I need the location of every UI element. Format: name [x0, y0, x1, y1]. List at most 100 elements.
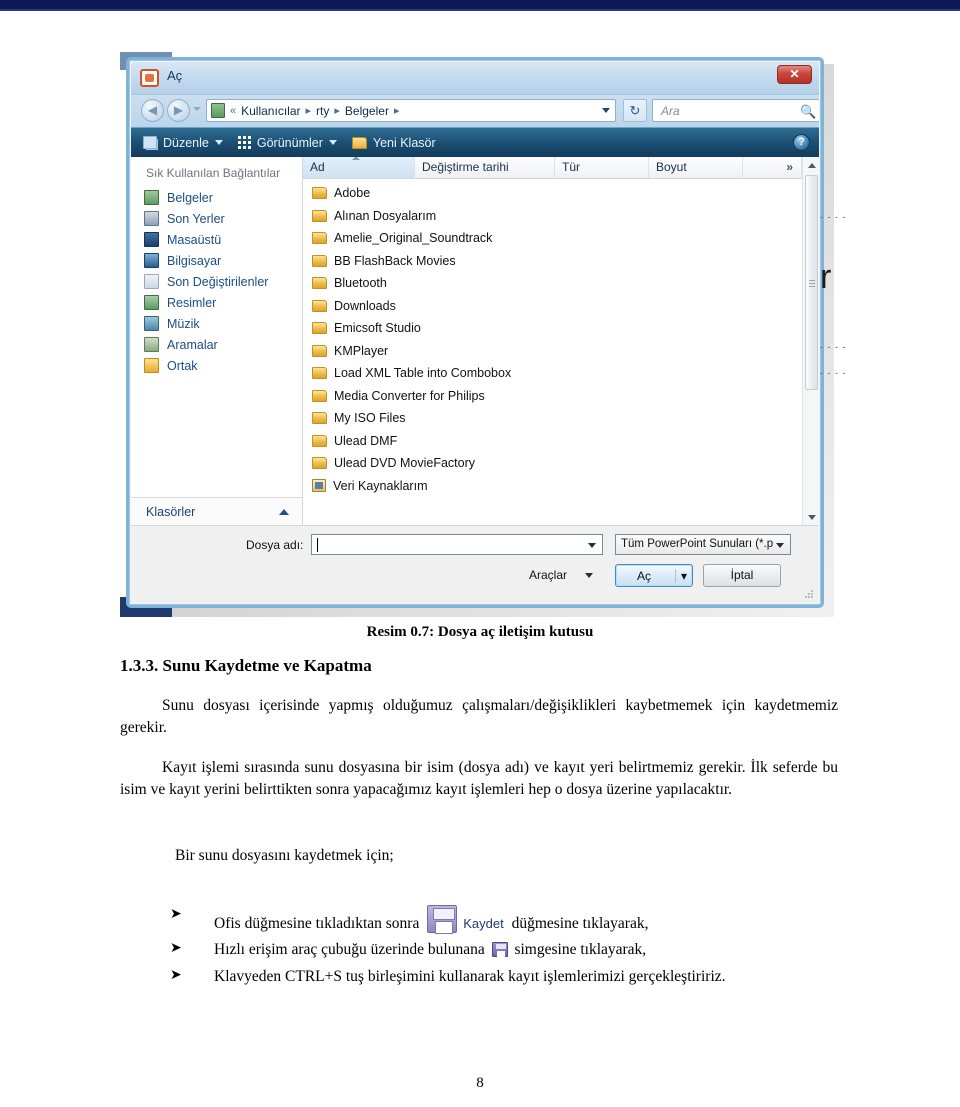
folder-icon: [312, 187, 327, 200]
file-name: Ulead DMF: [334, 433, 398, 448]
sidebar-item-4[interactable]: Son Değiştirilenler: [131, 271, 302, 292]
scrollbar-thumb[interactable]: [805, 175, 818, 390]
page-top-rule: [0, 0, 960, 9]
sidebar-item-6[interactable]: Müzik: [131, 313, 302, 334]
table-row[interactable]: Downloads: [303, 295, 802, 318]
folder-icon: [312, 299, 327, 312]
table-row[interactable]: Adobe: [303, 182, 802, 205]
table-row[interactable]: Veri Kaynaklarım: [303, 475, 802, 498]
address-breadcrumb-bar[interactable]: « Kullanıcılar ▸ rty ▸ Belgeler ▸: [206, 99, 616, 122]
sidebar-item-0[interactable]: Belgeler: [131, 187, 302, 208]
folder-icon: [312, 344, 327, 357]
chevron-down-icon: [585, 572, 594, 578]
file-list-column-headers: Ad Değiştirme tarihi Tür Boyut »: [303, 157, 802, 179]
desktop-icon: [144, 232, 159, 247]
column-header-size[interactable]: Boyut: [649, 157, 743, 178]
sidebar-item-label: Son Yerler: [167, 211, 225, 226]
sidebar-header: Sık Kullanılan Bağlantılar: [146, 166, 281, 180]
open-button[interactable]: Aç ▾: [615, 564, 693, 587]
close-icon[interactable]: ✕: [777, 65, 812, 84]
bullet-text-1: Ofis düğmesine tıkladıktan sonra Kaydet …: [214, 905, 850, 935]
margin-artifact-dots-2: - - - -: [820, 342, 847, 352]
sidebar-item-3[interactable]: Bilgisayar: [131, 250, 302, 271]
views-menu[interactable]: Görünümler: [234, 136, 341, 150]
breadcrumb-item-2[interactable]: Belgeler: [345, 104, 389, 118]
powerpoint-app-icon: [140, 69, 159, 87]
section-heading: 1.3.3. Sunu Kaydetme ve Kapatma: [120, 656, 372, 675]
organize-menu[interactable]: Düzenle: [139, 136, 227, 150]
forward-button[interactable]: ▶: [167, 99, 190, 122]
documents-icon: [144, 190, 159, 205]
recent-locations-chevron-icon[interactable]: [193, 107, 201, 111]
save-floppy-icon: [427, 905, 458, 934]
table-row[interactable]: Media Converter for Philips: [303, 385, 802, 408]
folders-label: Klasörler: [146, 504, 196, 519]
address-dropdown-chevron-icon[interactable]: [602, 108, 610, 113]
folder-icon: [312, 412, 327, 425]
sidebar-item-5[interactable]: Resimler: [131, 292, 302, 313]
paragraph-2: Kayıt işlemi sırasında sunu dosyasına bi…: [120, 759, 838, 799]
table-row[interactable]: BB FlashBack Movies: [303, 250, 802, 273]
filename-input[interactable]: [311, 534, 603, 555]
table-row[interactable]: Ulead DVD MovieFactory: [303, 452, 802, 475]
column-header-date[interactable]: Değiştirme tarihi: [415, 157, 555, 178]
sidebar-item-label: Bilgisayar: [167, 253, 222, 268]
file-name: My ISO Files: [334, 411, 406, 426]
sidebar-item-label: Masaüstü: [167, 232, 222, 247]
file-name: Bluetooth: [334, 276, 387, 291]
open-split-chevron-icon[interactable]: ▾: [675, 568, 692, 583]
file-name: Load XML Table into Combobox: [334, 366, 512, 381]
breadcrumb-item-0[interactable]: Kullanıcılar: [241, 104, 300, 118]
navigation-sidebar: Sık Kullanılan Bağlantılar Belgeler Son Y…: [131, 157, 303, 525]
file-name: Adobe: [334, 186, 371, 201]
column-header-type[interactable]: Tür: [555, 157, 649, 178]
filename-dropdown-chevron-icon[interactable]: [588, 543, 596, 548]
sidebar-item-label: Son Değiştirilenler: [167, 274, 269, 289]
help-icon[interactable]: ?: [793, 134, 810, 151]
sidebar-item-2[interactable]: Masaüstü: [131, 229, 302, 250]
folder-icon: [312, 457, 327, 470]
bullet-1-pre: Ofis düğmesine tıkladıktan sonra: [214, 915, 424, 932]
folder-icon: [312, 209, 327, 222]
tools-menu[interactable]: Araçlar: [529, 568, 594, 582]
scroll-down-button[interactable]: [803, 509, 819, 525]
refresh-button[interactable]: ↻: [623, 99, 647, 122]
tools-label: Araçlar: [529, 568, 568, 582]
chevron-down-icon: [328, 140, 337, 145]
resize-grip-icon[interactable]: [805, 590, 814, 599]
dialog-command-bar: Düzenle Görünümler Yeni Klasör ?: [131, 127, 819, 157]
recent-places-icon: [144, 211, 159, 226]
sidebar-item-1[interactable]: Son Yerler: [131, 208, 302, 229]
column-header-name[interactable]: Ad: [303, 157, 415, 178]
dialog-title: Aç: [167, 68, 183, 83]
sidebar-item-7[interactable]: Aramalar: [131, 334, 302, 355]
search-placeholder: Ara: [661, 104, 680, 118]
table-row[interactable]: Bluetooth: [303, 272, 802, 295]
file-type-filter-select[interactable]: Tüm PowerPoint Sunuları (*.p: [615, 534, 791, 555]
table-row[interactable]: KMPlayer: [303, 340, 802, 363]
file-list-scrollbar[interactable]: [802, 157, 819, 525]
table-row[interactable]: Ulead DMF: [303, 430, 802, 453]
sidebar-item-8[interactable]: Ortak: [131, 355, 302, 376]
dialog-titlebar: Aç ✕: [131, 62, 819, 95]
file-name: Ulead DVD MovieFactory: [334, 456, 476, 471]
filter-dropdown-chevron-icon[interactable]: [776, 543, 784, 548]
breadcrumb-separator-2: ▸: [393, 105, 400, 117]
table-row[interactable]: Load XML Table into Combobox: [303, 362, 802, 385]
computer-icon: [144, 253, 159, 268]
file-list: Adobe Alınan Dosyalarım Amelie_Original_So…: [303, 179, 802, 525]
table-row[interactable]: My ISO Files: [303, 407, 802, 430]
breadcrumb-item-1[interactable]: rty: [316, 104, 329, 118]
new-folder-button[interactable]: Yeni Klasör: [348, 136, 440, 150]
table-row[interactable]: Alınan Dosyalarım: [303, 205, 802, 228]
bullet-marker-icon: ➤: [170, 941, 182, 957]
folders-toggle[interactable]: Klasörler: [131, 497, 302, 525]
save-icon-label: Kaydet: [463, 916, 504, 931]
table-row[interactable]: Emicsoft Studio: [303, 317, 802, 340]
cancel-button[interactable]: İptal: [703, 564, 781, 587]
table-row[interactable]: Amelie_Original_Soundtrack: [303, 227, 802, 250]
column-header-more[interactable]: »: [743, 157, 802, 178]
scroll-up-button[interactable]: [803, 157, 819, 173]
back-button[interactable]: ◀: [141, 99, 164, 122]
search-input[interactable]: Ara 🔍: [652, 99, 819, 122]
